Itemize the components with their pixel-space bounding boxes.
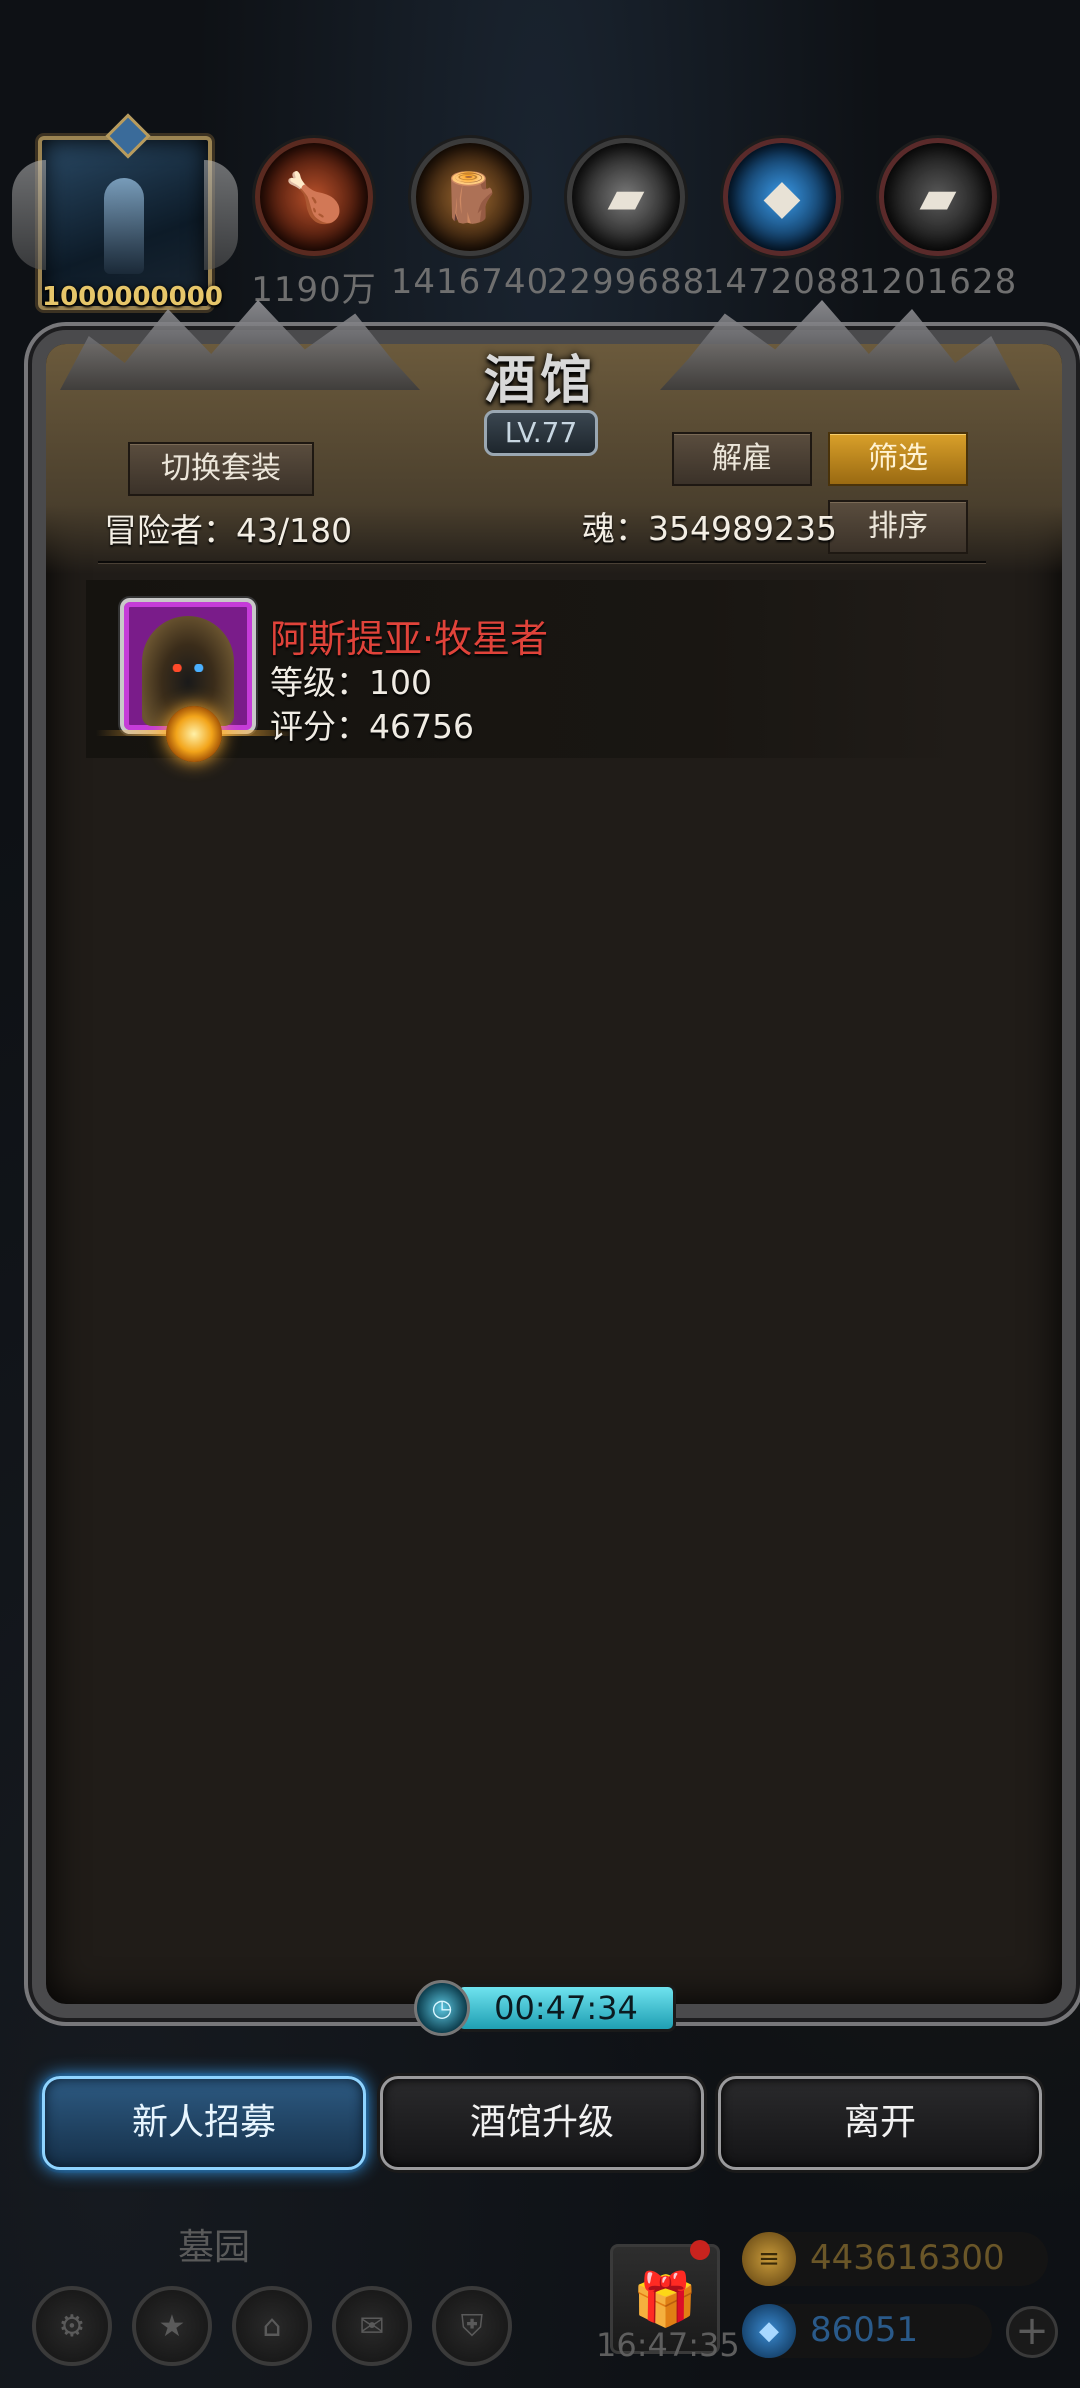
avatar-figure <box>104 178 144 274</box>
hero-name: 阿斯提亚·牧星者 <box>270 617 549 661</box>
gold-counter[interactable]: ≡ 443616300 <box>742 2232 1048 2286</box>
player-avatar[interactable]: 1000000000 <box>12 113 238 312</box>
resource-value: 1190万 <box>251 270 377 310</box>
game-clock: 16:47:35 <box>596 2326 740 2364</box>
iron-icon: ▰ <box>567 138 685 256</box>
refresh-timer: 00:47:34 ◷ <box>414 1980 676 2036</box>
title-container: 酒馆 <box>0 338 1080 413</box>
resource-value: 1472088 <box>702 262 862 302</box>
leave-button[interactable]: 离开 <box>718 2076 1042 2170</box>
sort-button[interactable]: 排序 <box>828 500 968 554</box>
steel-icon: ▰ <box>879 138 997 256</box>
resource-value: 2299688 <box>546 262 706 302</box>
hero-score: 评分：46756 <box>270 707 474 746</box>
timer-text: 00:47:34 <box>456 1984 676 2032</box>
crystal-icon: ◆ <box>723 138 841 256</box>
star-icon[interactable]: ★ <box>132 2286 212 2366</box>
rank-emblem-icon <box>166 706 222 762</box>
resource-crystal[interactable]: ◆ 1472088 <box>703 138 860 302</box>
resource-value: 1201628 <box>858 262 1018 302</box>
mail-icon[interactable]: ✉ <box>332 2286 412 2366</box>
wing-left-ornament <box>12 160 46 270</box>
shield-icon[interactable]: ⛨ <box>432 2286 512 2366</box>
adventurer-count: 冒险者：43/180 <box>104 511 353 550</box>
page-title: 酒馆 <box>483 350 596 411</box>
divider <box>98 561 986 563</box>
recruit-button[interactable]: 新人招募 <box>42 2076 366 2170</box>
location-label: 墓园 <box>178 2227 251 2268</box>
resource-steel[interactable]: ▰ 1201628 <box>859 138 1016 302</box>
tavern-level-badge: LV.77 <box>484 410 598 456</box>
resource-wood[interactable]: 🪵 1416740 <box>391 138 548 302</box>
gold-coin-icon: ≡ <box>742 2232 796 2286</box>
wood-icon: 🪵 <box>411 138 529 256</box>
notification-dot <box>690 2240 710 2260</box>
resource-iron[interactable]: ▰ 2299688 <box>547 138 704 302</box>
switch-outfit-button[interactable]: 切换套装 <box>128 442 314 496</box>
gem-icon: ◆ <box>742 2304 796 2358</box>
upgrade-tavern-button[interactable]: 酒馆升级 <box>380 2076 704 2170</box>
gate-icon[interactable]: ⌂ <box>232 2286 312 2366</box>
gold-amount: 443616300 <box>810 2238 1005 2278</box>
settings-icon[interactable]: ⚙ <box>32 2286 112 2366</box>
soul-count: 魂：354989235 <box>582 509 837 548</box>
dismiss-button[interactable]: 解雇 <box>672 432 812 486</box>
clock-icon: ◷ <box>414 1980 470 2036</box>
filter-button[interactable]: 筛选 <box>828 432 968 486</box>
resource-value: 1416740 <box>390 262 550 302</box>
resource-meat[interactable]: 🍗 1190万 <box>251 138 376 311</box>
add-currency-button[interactable]: + <box>1006 2306 1058 2358</box>
list-item[interactable]: 阿斯提亚·牧星者 等级：100 评分：46756 <box>86 580 966 762</box>
glowing-eyes <box>170 664 206 672</box>
gem-counter[interactable]: ◆ 86051 <box>742 2304 992 2358</box>
player-power: 1000000000 <box>42 282 223 312</box>
hero-level: 等级：100 <box>270 663 432 702</box>
gem-amount: 86051 <box>810 2310 919 2350</box>
meat-icon: 🍗 <box>255 138 373 256</box>
wing-right-ornament <box>204 160 238 270</box>
